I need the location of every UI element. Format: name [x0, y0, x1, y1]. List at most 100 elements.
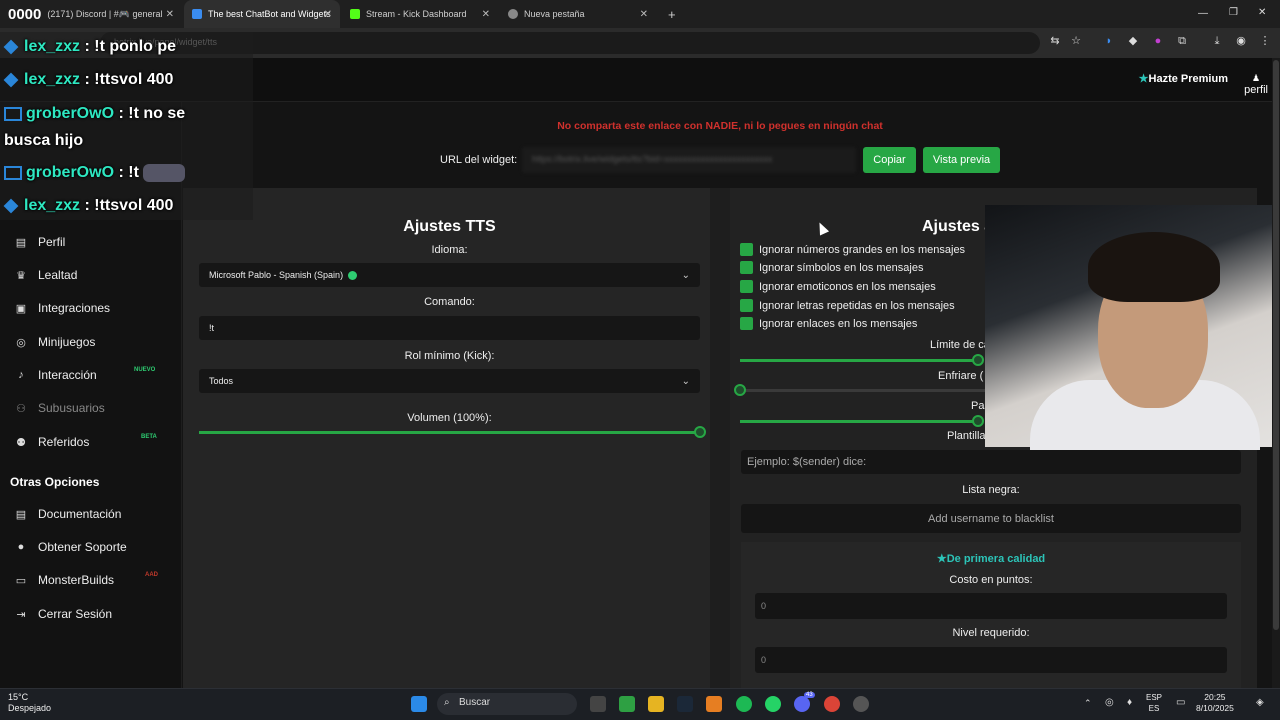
tab-label: Stream - Kick Dashboard	[366, 9, 467, 19]
checkbox[interactable]	[740, 299, 753, 312]
profile-icon[interactable]: ◉	[1234, 34, 1248, 48]
sidebar-item-subusuarios[interactable]: ⚇ Subusuarios	[14, 401, 105, 415]
extension-icon[interactable]: ◗	[1102, 34, 1116, 48]
weather-widget[interactable]: 15°C Despejado	[8, 692, 51, 714]
slider-handle[interactable]	[972, 415, 984, 427]
whatsapp-icon[interactable]	[765, 696, 781, 712]
language-select[interactable]: Microsoft Pablo - Spanish (Spain) ⌄	[199, 263, 700, 287]
premium-title-text: De primera calidad	[946, 553, 1046, 565]
cooldown-slider[interactable]	[734, 384, 985, 396]
slider-handle[interactable]	[694, 426, 706, 438]
extension-icon[interactable]: ◆	[1126, 34, 1140, 48]
sidebar-item-minijuegos[interactable]: ◎ Minijuegos	[14, 335, 95, 349]
checkbox[interactable]	[740, 280, 753, 293]
checkbox-label: Ignorar símbolos en los mensajes	[759, 261, 924, 274]
role-value: Todos	[209, 376, 234, 386]
app-icon[interactable]	[706, 696, 722, 712]
menu-icon[interactable]: ⋮	[1258, 34, 1272, 48]
sidebar-item-documentacion[interactable]: ▤ Documentación	[14, 507, 122, 521]
bookmark-star-icon[interactable]: ☆	[1069, 34, 1083, 48]
scrollbar-thumb[interactable]	[1273, 60, 1279, 630]
folder-icon[interactable]	[648, 696, 664, 712]
taskbar-search[interactable]: Buscar	[437, 693, 577, 715]
role-select[interactable]: Todos ⌄	[199, 369, 700, 393]
steam-icon[interactable]	[677, 696, 693, 712]
checkbox[interactable]	[740, 243, 753, 256]
checkbox-symbols[interactable]: Ignorar símbolos en los mensajes	[740, 261, 923, 274]
windows-start-icon[interactable]	[411, 696, 427, 712]
discord-icon[interactable]	[794, 696, 810, 712]
new-tab-button[interactable]: +	[660, 0, 680, 28]
chrome-icon[interactable]	[824, 696, 840, 712]
checkbox-label: Ignorar emoticonos en los mensajes	[759, 280, 936, 293]
puzzle-icon[interactable]: ⧉	[1175, 34, 1189, 48]
tab-new[interactable]: Nueva pestaña ✕	[500, 0, 656, 28]
preview-button[interactable]: Vista previa	[923, 147, 1000, 173]
blacklist-input[interactable]: Add username to blacklist	[741, 504, 1241, 533]
sidebar-item-interaccion[interactable]: ♪ Interacción	[14, 368, 96, 382]
sidebar-item-cerrar-sesion[interactable]: ⇥ Cerrar Sesión	[14, 607, 112, 621]
points-input[interactable]: 0	[755, 593, 1227, 619]
sidebar-item-perfil[interactable]: ▤ Perfil	[14, 235, 66, 249]
warning-text: No comparta este enlace con NADIE, ni lo…	[557, 120, 883, 132]
sidebar-item-soporte[interactable]: ● Obtener Soporte	[14, 540, 127, 554]
checkbox-emotes[interactable]: Ignorar emoticonos en los mensajes	[740, 280, 936, 293]
app-icon[interactable]	[853, 696, 869, 712]
notification-icon[interactable]: ◈	[1256, 697, 1264, 708]
clock[interactable]: 20:25 8/10/2025	[1196, 692, 1234, 714]
spotify-icon[interactable]	[736, 696, 752, 712]
chat-message-continued: busca hijo	[4, 127, 83, 154]
search-icon: ⌕	[444, 697, 450, 708]
slider-handle[interactable]	[972, 354, 984, 366]
sidebar-item-monsterbuilds[interactable]: ▭ MonsterBuilds	[14, 573, 114, 587]
sidebar-item-integraciones[interactable]: ▣ Integraciones	[14, 301, 110, 315]
slider-handle[interactable]	[734, 384, 746, 396]
extension-icon[interactable]: ●	[1151, 34, 1165, 48]
maximize-icon[interactable]: ❐	[1229, 7, 1238, 18]
sidebar-item-label: Perfil	[38, 235, 66, 249]
sidebar-item-label: MonsterBuilds	[38, 573, 115, 587]
chat-username: lex_zxz	[24, 197, 81, 214]
template-input[interactable]: Ejemplo: $(sender) dice:	[741, 450, 1241, 474]
widget-url-field[interactable]: https://botrix.live/widgets/tts?bid=xxxx…	[522, 147, 856, 173]
premium-link[interactable]: ★Hazte Premium	[1139, 72, 1228, 85]
tab-kick[interactable]: Stream - Kick Dashboard ✕	[342, 0, 498, 28]
level-input[interactable]: 0	[755, 647, 1227, 673]
sidebar-item-lealtad[interactable]: ♛ Lealtad	[14, 268, 77, 282]
checkbox[interactable]	[740, 261, 753, 274]
profile-link[interactable]: ♟ perfil	[1244, 73, 1268, 96]
checkbox-repeated-letters[interactable]: Ignorar letras repetidas en los mensajes	[740, 299, 955, 312]
command-input[interactable]: !t	[199, 316, 700, 340]
checkbox[interactable]	[740, 317, 753, 330]
tab-botrix[interactable]: The best ChatBot and Widgets ✕	[184, 0, 340, 28]
tray-icon[interactable]: ◎	[1105, 697, 1114, 708]
close-icon[interactable]: ✕	[324, 9, 332, 20]
chat-text: !t no se	[128, 105, 186, 122]
checkbox-large-numbers[interactable]: Ignorar números grandes en los mensajes	[740, 243, 965, 256]
chevron-up-icon[interactable]: ⌃	[1084, 698, 1092, 709]
checkbox-links[interactable]: Ignorar enlaces en los mensajes	[740, 317, 917, 330]
translate-icon[interactable]: ⇆	[1048, 34, 1062, 48]
network-icon[interactable]: ▭	[1176, 697, 1185, 708]
microphone-icon[interactable]: ♦	[1127, 697, 1132, 708]
volume-label: Volumen (100%):	[407, 412, 492, 424]
language-indicator[interactable]: ESP ES	[1146, 692, 1162, 714]
minecraft-icon[interactable]	[619, 696, 635, 712]
tab-discord[interactable]: 0000 (2171) Discord | #🎮 general ✕	[0, 0, 182, 28]
limit-slider[interactable]	[740, 354, 984, 366]
pass-slider[interactable]	[740, 415, 984, 427]
sidebar-item-label: Referidos	[38, 435, 90, 449]
volume-slider[interactable]	[199, 426, 706, 438]
close-icon[interactable]: ✕	[482, 9, 490, 20]
download-icon[interactable]: ⤓	[1210, 34, 1224, 48]
close-icon[interactable]: ✕	[640, 9, 648, 20]
task-view-icon[interactable]	[590, 696, 606, 712]
sidebar-item-referidos[interactable]: ⚉ Referidos	[14, 435, 89, 449]
minimize-icon[interactable]: —	[1198, 8, 1208, 19]
checkbox-label: Ignorar letras repetidas en los mensajes	[759, 299, 955, 312]
chat-message: lex_zxz : !ttsvol 400	[3, 66, 173, 93]
close-icon[interactable]: ✕	[166, 9, 174, 20]
copy-button[interactable]: Copiar	[863, 147, 916, 173]
monsterbuilds-badge: AAD	[145, 572, 158, 578]
window-close-icon[interactable]: ✕	[1258, 7, 1266, 18]
